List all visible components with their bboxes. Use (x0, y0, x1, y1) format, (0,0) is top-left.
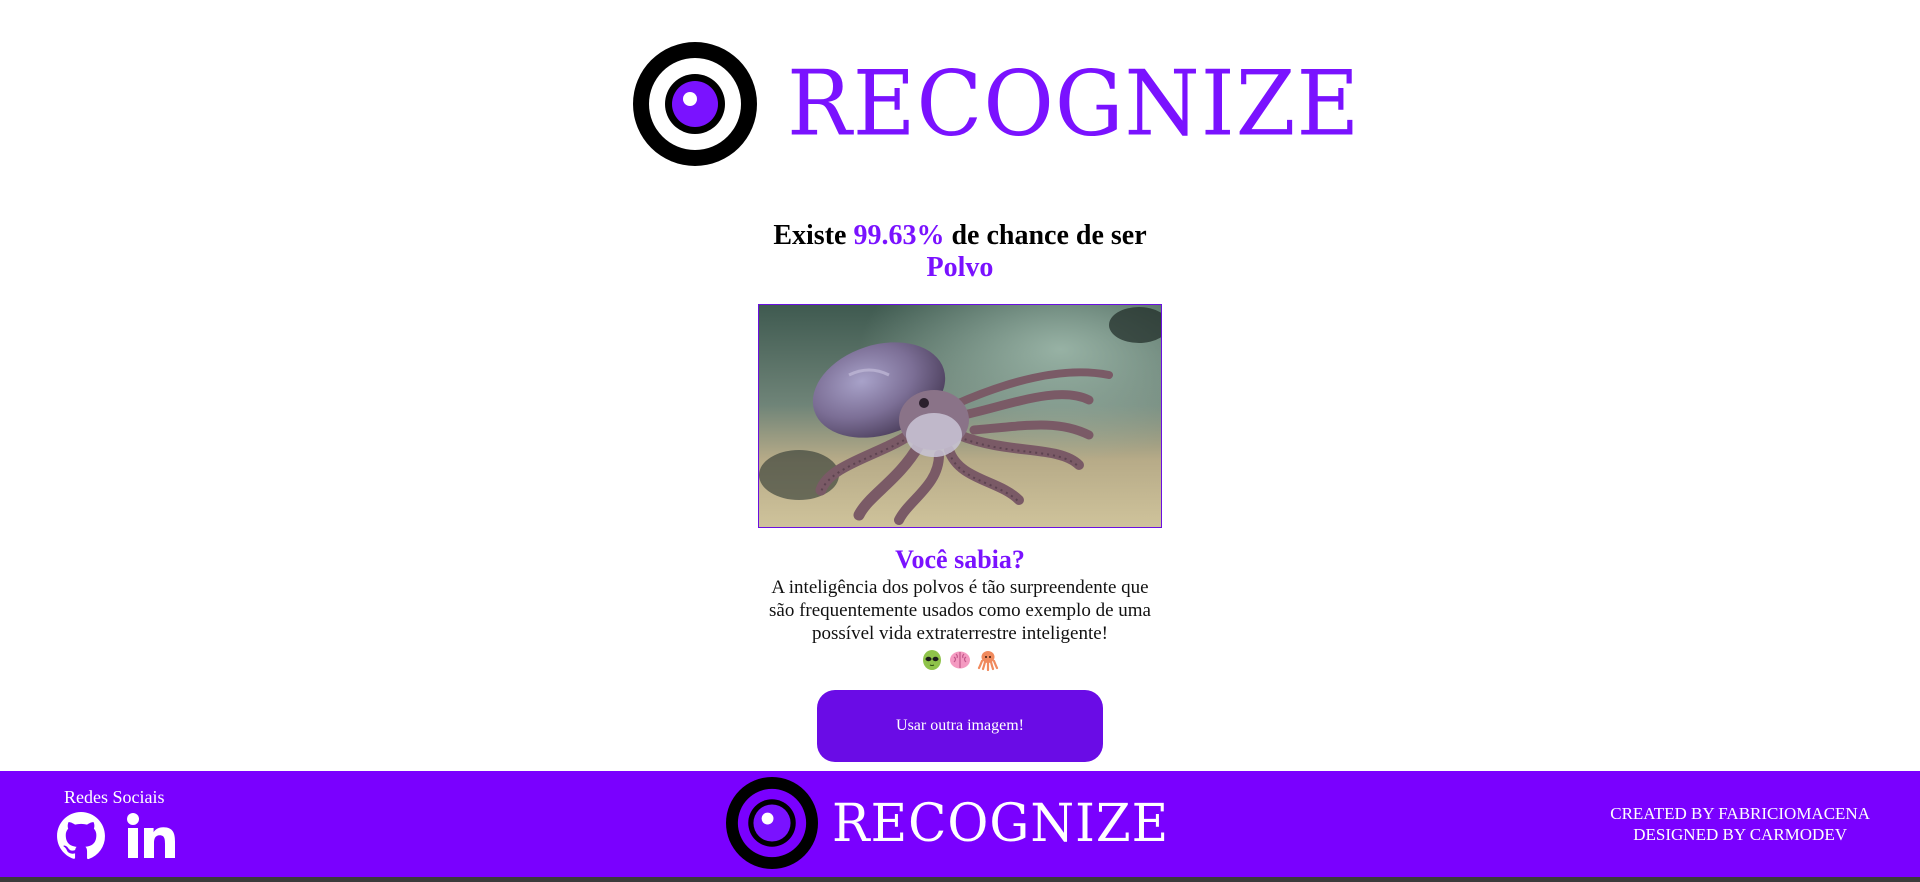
credits: CREATED BY FABRICIOMACENA DESIGNED BY CA… (1610, 803, 1870, 845)
alien-icon (923, 650, 941, 670)
github-icon[interactable] (56, 811, 106, 861)
header-logo[interactable]: RECOGNIZE (633, 42, 1360, 166)
footer: Redes Sociais RECOGNIZE CREATED BY FABRI… (0, 771, 1920, 877)
linkedin-icon[interactable] (126, 811, 178, 861)
fun-fact-title: Você sabia? (895, 545, 1025, 574)
fun-fact-emojis (0, 649, 1920, 671)
prediction-result: Existe 99.63% de chance de ser Polvo (0, 220, 1920, 284)
result-suffix: de chance de ser (951, 220, 1147, 251)
fun-fact-text: A inteligência dos polvos é tão surpreen… (769, 577, 1151, 644)
result-sentence: Existe 99.63% de chance de ser (0, 220, 1920, 252)
use-another-image-button[interactable]: Usar outra imagem! (817, 690, 1103, 762)
footer-logo[interactable]: RECOGNIZE (726, 777, 1169, 869)
eye-logo-icon (633, 42, 757, 166)
result-percentage: 99.63% (853, 220, 945, 251)
uploaded-image (758, 304, 1162, 528)
credit-created: CREATED BY FABRICIOMACENA (1610, 804, 1870, 823)
eye-logo-icon (726, 777, 818, 869)
fun-fact: Você sabia? A inteligência dos polvos é … (0, 544, 1920, 671)
page: RECOGNIZE Existe 99.63% de chance de ser… (0, 0, 1920, 882)
social-title: Redes Sociais (64, 787, 165, 807)
credit-designed: DESIGNED BY CARMODEV (1633, 825, 1847, 844)
footer-brand-wordmark: RECOGNIZE (832, 792, 1170, 854)
footer-bottom-line (0, 877, 1920, 882)
octopus-icon (977, 651, 999, 671)
result-prefix: Existe (773, 220, 847, 251)
brain-icon (950, 651, 970, 669)
result-label: Polvo (926, 252, 994, 283)
brand-wordmark: RECOGNIZE (787, 51, 1361, 157)
social-icons (56, 811, 186, 861)
social-links: Redes Sociais (56, 787, 186, 861)
